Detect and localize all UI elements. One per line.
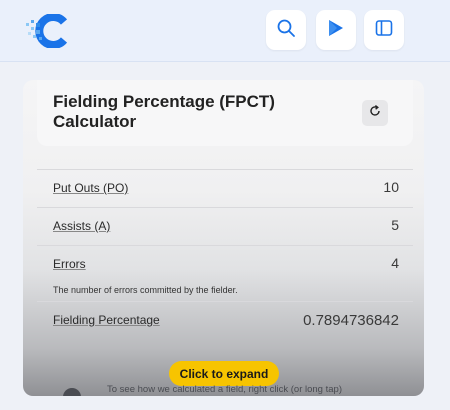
- calculator-title: Fielding Percentage (FPCT) Calculator: [53, 92, 275, 131]
- fielding-percentage-label[interactable]: Fielding Percentage: [53, 313, 160, 327]
- calculator-logo-icon[interactable]: [24, 13, 72, 49]
- calculation-hint: To see how we calculated a field, right …: [107, 384, 342, 395]
- info-icon: [63, 388, 81, 396]
- top-bar: [0, 0, 450, 62]
- play-store-button[interactable]: [316, 10, 356, 50]
- field-row-fielding-percentage: Fielding Percentage 0.7894736842: [37, 301, 413, 339]
- calculator-card: Fielding Percentage (FPCT) Calculator Pu…: [23, 80, 424, 396]
- fielding-percentage-value[interactable]: 0.7894736842: [303, 312, 399, 329]
- search-icon: [276, 18, 296, 43]
- play-store-icon: [326, 18, 346, 43]
- assists-value[interactable]: 5: [391, 217, 399, 233]
- sidebar-toggle-icon: [374, 18, 394, 43]
- put-outs-label[interactable]: Put Outs (PO): [53, 181, 128, 195]
- calculator-fields: Put Outs (PO) 10 Assists (A) 5 Errors 4 …: [37, 169, 413, 339]
- reload-button[interactable]: [362, 100, 388, 126]
- reload-icon: [368, 104, 382, 123]
- field-row-assists: Assists (A) 5: [37, 207, 413, 245]
- put-outs-value[interactable]: 10: [383, 179, 399, 195]
- calculator-header: Fielding Percentage (FPCT) Calculator: [37, 80, 413, 146]
- field-row-errors: Errors 4 The number of errors committed …: [37, 245, 413, 301]
- expand-button[interactable]: Click to expand: [169, 361, 279, 386]
- search-button[interactable]: [266, 10, 306, 50]
- errors-label[interactable]: Errors: [53, 257, 86, 271]
- errors-value[interactable]: 4: [391, 255, 399, 271]
- errors-description: The number of errors committed by the fi…: [53, 285, 238, 295]
- field-row-put-outs: Put Outs (PO) 10: [37, 169, 413, 207]
- assists-label[interactable]: Assists (A): [53, 219, 110, 233]
- sidebar-toggle-button[interactable]: [364, 10, 404, 50]
